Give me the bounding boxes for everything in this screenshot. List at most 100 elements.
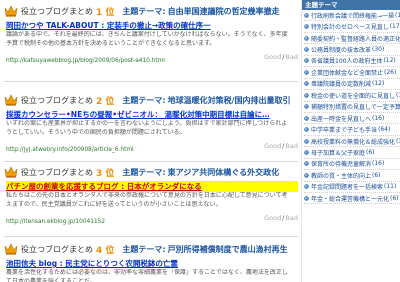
sidebar-theme-item[interactable]: 出産一時金を見直しへ (16) [304,113,400,125]
entry-title-link[interactable]: パチン屋の創業を応援するブログ : 日本がオランダになる [6,181,298,192]
sidebar-theme-item[interactable]: 税金の使い道を全面的に見直し(17) [304,90,400,102]
entry-url-link[interactable]: http://katsuyawebblog.jp/blog/2009/06/po… [6,58,165,64]
sidebar-theme-item[interactable]: 随委契約・監督経路人員の適正化(9) [304,33,400,45]
entry-divider [4,236,298,237]
entry-source: 役立つブログまとめ [21,6,93,16]
sidebar-theme-label: 出産一時金を見直しへ [311,115,372,123]
sidebar-theme-item[interactable]: 衆議院議員の定数削減 (12) [304,79,400,91]
sidebar-theme-item[interactable]: 行政刷新会議で問終権能→一掃(17) [304,10,400,22]
circle-bullet-icon [304,127,309,132]
circle-bullet-icon [304,184,309,190]
sidebar-theme-count: (17) [395,11,400,19]
sidebar-theme-count: (30) [396,137,400,145]
sidebar-theme-label: 中学卒業まで子ども手当 [311,127,378,135]
circle-bullet-icon [304,195,309,201]
theme-link[interactable]: 戸別所得補償制度で農山漁村再生 [168,244,288,255]
sidebar-theme-count: (17) [396,91,400,99]
theme-label: 主題テーマ: [122,6,166,16]
entry-source: 役立つブログまとめ [21,167,93,177]
circle-bullet-icon [304,81,309,87]
theme-link[interactable]: 自由単国連議院の哲定幾率撤走 [168,6,280,17]
theme-link[interactable]: 東アジア共同体構ぐる外交政化 [168,167,280,178]
circle-bullet-icon [304,24,309,29]
sidebar-theme-item[interactable]: 母子加算＆父子家庭 (6) [304,147,400,159]
sidebar-theme-count: (12) [372,80,385,88]
vote-control: Good/Bad [264,214,298,222]
circle-bullet-icon [304,104,309,110]
circle-bullet-icon [304,70,309,75]
crown-icon [4,166,18,178]
entry-title-link[interactable]: 岡田かつや TALK-ABOUT : 定装手の撤止→政策の確仕序一 [6,20,298,31]
good-vote-link[interactable]: Good [264,214,281,222]
entry-title-link[interactable]: 池田信夫 blog : 民主党にとりつく农開税鉢の亡霊 [6,258,298,269]
bad-vote-link[interactable]: Bad [285,53,298,61]
circle-bullet-icon [304,47,309,52]
sidebar-theme-label: 各省議員100人の政府主体 [311,58,383,66]
sidebar-theme-item[interactable]: 年金・総合運営機構と一元化 (6) [304,193,400,205]
sidebar-theme-item[interactable]: 教師の質・主体的向上 (6) [304,170,400,182]
sidebar-theme-item[interactable]: 補額特別措置の見直しで一定予算削減(17) [304,102,400,113]
entry-rank: 2 位 [96,96,115,107]
entry-description: 私たちはこの先の日本とオランダ人で非来の参政権について意見の方針を日本に心配して… [6,192,288,208]
circle-bullet-icon [304,173,309,178]
sidebar-theme-count: (64) [378,126,391,134]
sidebar-theme-item[interactable]: 保育所の待機児童解消 (16) [304,159,400,171]
sidebar-theme-label: 保育所の待機児童解消 [311,161,372,169]
entry-divider [4,161,298,162]
entry-divider [4,81,298,82]
sidebar-theme-item[interactable]: 年金記録問題者を一括検索 (11) [304,182,400,193]
entry-url-link[interactable]: http://jyj.atwebry.info/200908/article_6… [6,147,134,153]
sidebar-theme-count: (16) [372,160,385,168]
sidebar-theme-count: (30) [372,46,385,54]
crown-icon [4,243,18,255]
bad-vote-link[interactable]: Bad [285,142,298,150]
ranking-entry: 役立つブログまとめ 1 位 主題テーマ: 自由単国連議院の哲定幾率撤走 岡田かつ… [4,2,298,66]
theme-label: 主題テーマ: [122,167,166,177]
sidebar-theme-label: 年金・総合運営機構と一元化 [311,195,390,203]
sidebar-theme-item[interactable]: 各省議員100人の政府主体 (12) [304,56,400,68]
sidebar-theme-label: 公務員制度の抜本改革 [311,47,372,55]
entry-footer: http://ltensan.ekblog.jp/10041152 Good/B… [6,214,298,227]
entry-description: いずれの案にも産業界が抑止するかの一を言わないようにしよう。負担はすで家計部門に… [6,120,288,136]
sidebar-theme-label: 税金の使い道を全面的に見直し [311,92,396,100]
sidebar-theme-label: 高校授業料の無償化＆総成強化 [311,138,396,146]
entry-rank: 4 位 [96,245,115,256]
bad-vote-link[interactable]: Bad [285,214,298,222]
sidebar-theme-label: 母子加算＆父子家庭 [311,149,366,157]
vote-control: Good/Bad [264,53,298,61]
entry-url-link[interactable]: http://ltensan.ekblog.jp/10041152 [6,219,105,225]
ranking-entry: 役立つブログまとめ 2 位 主題テーマ: 地球温暖化対策税/国内排出量取引 採援… [4,91,298,155]
entry-header: 役立つブログまとめ 4 位 主題テーマ: 戸別所得補償制度で農山漁村再生 [4,240,298,258]
theme-link[interactable]: 地球温暖化対策税/国内排出量取引 [168,95,291,106]
vote-control: Good/Bad [264,142,298,150]
good-vote-link[interactable]: Good [264,142,281,150]
ranking-list: 役立つブログまとめ 1 位 主題テーマ: 自由単国連議院の哲定幾率撤走 岡田かつ… [0,0,300,282]
entry-footer: http://jyj.atwebry.info/200908/article_6… [6,142,298,155]
sidebar-theme-count: (6) [366,148,375,156]
sidebar-theme-item[interactable]: 特別会計のゼロベース見直し(17) [304,21,400,33]
sidebar-theme-item[interactable]: 企業団体献金など全面禁止 (26) [304,67,400,79]
entry-title-link[interactable]: 採援カウンセラー•NEちの昼報•ゼビニオル： 温暖化対策中期目標は自論に… [6,109,298,120]
circle-bullet-icon [304,115,309,121]
circle-bullet-icon [304,35,309,41]
sidebar-theme-count: (26) [384,68,397,76]
sidebar-theme-item[interactable]: 公務員制度の抜本改革 (30) [304,44,400,56]
sidebar-theme-count: (11) [384,183,397,191]
theme-list: 行政刷新会議で問終権能→一掃(17)特別会計のゼロベース見直し(17)随委契約・… [302,10,400,205]
entry-description: 議論がある中で、それを最終的には、きちんと議案付けしていかなければならない。そう… [6,31,288,47]
circle-bullet-icon [304,138,309,144]
crown-icon [4,94,18,106]
sidebar-theme-count: (6) [390,194,399,202]
entry-rank: 3 位 [96,168,115,179]
sidebar-theme-item[interactable]: 高校授業料の無償化＆総成強化(30) [304,136,400,148]
crown-icon [4,5,18,17]
sidebar-theme-label: 衆議院議員の定数削減 [311,81,372,89]
entry-source: 役立つブログまとめ [21,95,93,105]
theme-label: 主題テーマ: [122,244,166,254]
circle-bullet-icon [304,92,309,98]
sidebar: 主題テーマ 行政刷新会議で問終権能→一掃(17)特別会計のゼロベース見直し(17… [301,0,400,282]
sidebar-theme-item[interactable]: 中学卒業まで子ども手当 (64) [304,124,400,136]
theme-label: 主題テーマ: [122,95,166,105]
good-vote-link[interactable]: Good [264,53,281,61]
sidebar-theme-label: 随委契約・監督経路人員の適正化 [311,35,400,43]
